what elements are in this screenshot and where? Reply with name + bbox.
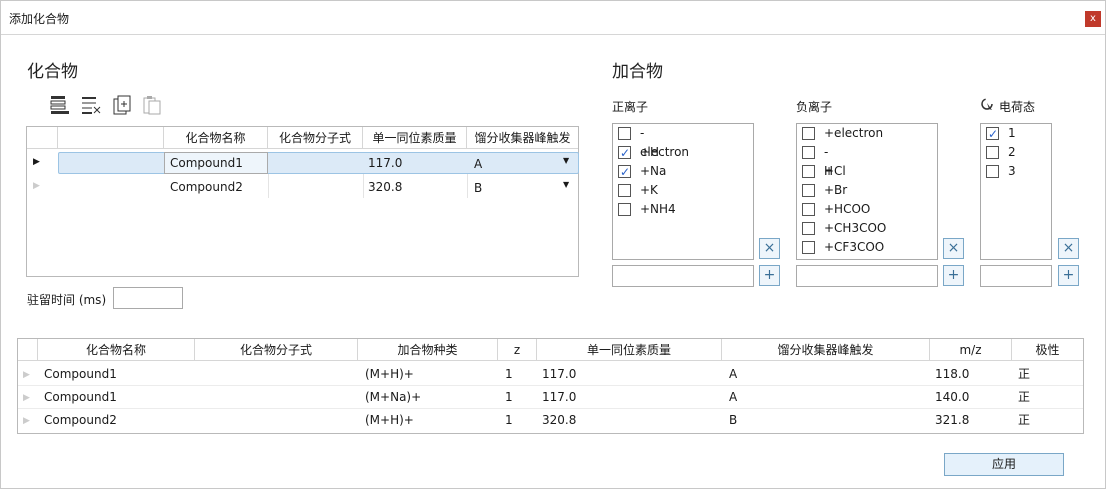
checkbox[interactable] — [986, 165, 999, 178]
chevron-down-icon[interactable]: ▼ — [563, 156, 569, 165]
results-grid: 化合物名称 化合物分子式 加合物种类 z 单一同位素质量 馏分收集器峰触发 m/… — [17, 338, 1084, 434]
window-title: 添加化合物 — [9, 12, 70, 26]
checkbox[interactable] — [618, 203, 631, 216]
adducts-heading: 加合物 — [612, 62, 663, 82]
compound-grid: 化合物名称 化合物分子式 单一同位素质量 馏分收集器峰触发 ▶ Compound… — [26, 126, 579, 277]
compound-formula-cell[interactable] — [268, 152, 363, 174]
col-compound-name[interactable]: 化合物名称 — [38, 339, 195, 361]
result-mz: 118.0 — [935, 367, 970, 381]
result-name: Compound1 — [44, 367, 117, 381]
result-z: 1 — [505, 367, 513, 381]
result-mass: 117.0 — [542, 390, 577, 404]
clear-negative-button[interactable]: × — [943, 238, 964, 259]
result-name: Compound1 — [44, 390, 117, 404]
result-mz: 140.0 — [935, 390, 970, 404]
compounds-heading: 化合物 — [27, 62, 78, 82]
result-adduct: (M+Na)+ — [365, 390, 422, 404]
row-indicator: ▶ — [23, 393, 30, 403]
result-trigger: A — [729, 390, 738, 404]
col-polarity[interactable]: 极性 — [1012, 339, 1083, 361]
title-bar: 添加化合物 x — [1, 1, 1105, 35]
result-adduct: (M+H)+ — [365, 413, 414, 427]
trigger-select[interactable]: B — [474, 176, 569, 198]
paste-add-icon[interactable] — [111, 94, 133, 116]
row-header-corner — [27, 127, 58, 149]
result-trigger: B — [729, 413, 738, 427]
clear-positive-button[interactable]: × — [759, 238, 780, 259]
result-z: 1 — [505, 413, 513, 427]
row-indicator: ▶ — [23, 370, 30, 380]
charge-state-input[interactable] — [980, 265, 1052, 287]
charge-state-list: 1 2 3 — [980, 123, 1052, 260]
add-positive-button[interactable]: + — [759, 265, 780, 286]
negative-ion-list: +electron -H +Cl +Br +HCOO +CH3COO +CF3C… — [796, 123, 938, 260]
col-compound-name[interactable]: 化合物名称 — [164, 127, 268, 149]
result-mass: 117.0 — [542, 367, 577, 381]
compound-name-cell[interactable]: Compound2 — [164, 176, 268, 198]
charge-state-label: 电荷态 — [999, 100, 1036, 114]
col-monoisotopic-mass[interactable]: 单一同位素质量 — [537, 339, 722, 361]
negative-ion-input[interactable] — [796, 265, 938, 287]
compound-formula-cell[interactable] — [268, 176, 363, 198]
row-indicator: ▶ — [23, 416, 30, 426]
col-compound-formula[interactable]: 化合物分子式 — [268, 127, 363, 149]
col-compound-formula[interactable]: 化合物分子式 — [195, 339, 358, 361]
blank-column-header — [58, 127, 164, 149]
copy-icon[interactable] — [141, 94, 163, 116]
result-z: 1 — [505, 390, 513, 404]
col-fraction-trigger[interactable]: 馏分收集器峰触发 — [467, 127, 578, 149]
close-button[interactable]: x — [1085, 11, 1101, 27]
positive-ion-input[interactable] — [612, 265, 754, 287]
chevron-down-icon[interactable]: ▼ — [563, 180, 569, 189]
checkbox[interactable] — [618, 184, 631, 197]
checkbox[interactable] — [802, 241, 815, 254]
checkbox[interactable] — [986, 146, 999, 159]
result-mass: 320.8 — [542, 413, 577, 427]
compound-name-cell[interactable]: Compound1 — [164, 152, 268, 174]
clear-charge-button[interactable]: × — [1058, 238, 1079, 259]
checkbox[interactable] — [802, 222, 815, 235]
result-mz: 321.8 — [935, 413, 970, 427]
compound-mass-cell[interactable]: 117.0 — [368, 152, 467, 174]
col-z[interactable]: z — [498, 339, 537, 361]
checkbox[interactable] — [802, 146, 815, 159]
add-compound-dialog: 添加化合物 x 化合物 化合物名称 化合物分子式 单一同位素质量 馏分收集器峰触… — [0, 0, 1106, 489]
col-monoisotopic-mass[interactable]: 单一同位素质量 — [363, 127, 467, 149]
col-mz[interactable]: m/z — [930, 339, 1012, 361]
checkbox[interactable] — [618, 144, 631, 163]
result-adduct: (M+H)+ — [365, 367, 414, 381]
result-trigger: A — [729, 367, 738, 381]
add-negative-button[interactable]: + — [943, 265, 964, 286]
result-name: Compound2 — [44, 413, 117, 427]
checkbox[interactable] — [618, 163, 631, 182]
current-row-indicator: ▶ — [33, 157, 40, 167]
row-indicator: ▶ — [33, 181, 40, 191]
row-header-corner — [18, 339, 38, 361]
dwell-time-input[interactable] — [113, 287, 183, 309]
result-polarity: 正 — [1018, 390, 1031, 404]
dwell-time-label: 驻留时间 (ms) — [27, 293, 107, 307]
positive-ion-label: 正离子 — [612, 100, 649, 114]
positive-ion-list: -electron +H +Na +K +NH4 — [612, 123, 754, 260]
loading-icon — [981, 98, 993, 110]
trigger-select[interactable]: A — [474, 152, 569, 174]
checkbox[interactable] — [802, 127, 815, 140]
compound-mass-cell[interactable]: 320.8 — [368, 176, 467, 198]
checkbox[interactable] — [802, 184, 815, 197]
checkbox[interactable] — [802, 203, 815, 216]
checkbox[interactable] — [618, 127, 631, 140]
col-adduct-type[interactable]: 加合物种类 — [358, 339, 498, 361]
add-charge-button[interactable]: + — [1058, 265, 1079, 286]
checkbox[interactable] — [986, 125, 999, 144]
add-row-icon[interactable] — [49, 94, 71, 116]
apply-button[interactable]: 应用 — [944, 453, 1064, 476]
result-polarity: 正 — [1018, 413, 1031, 427]
delete-row-icon[interactable] — [80, 94, 102, 116]
negative-ion-label: 负离子 — [796, 100, 833, 114]
result-polarity: 正 — [1018, 367, 1031, 381]
checkbox[interactable] — [802, 165, 815, 178]
col-fraction-trigger[interactable]: 馏分收集器峰触发 — [722, 339, 930, 361]
